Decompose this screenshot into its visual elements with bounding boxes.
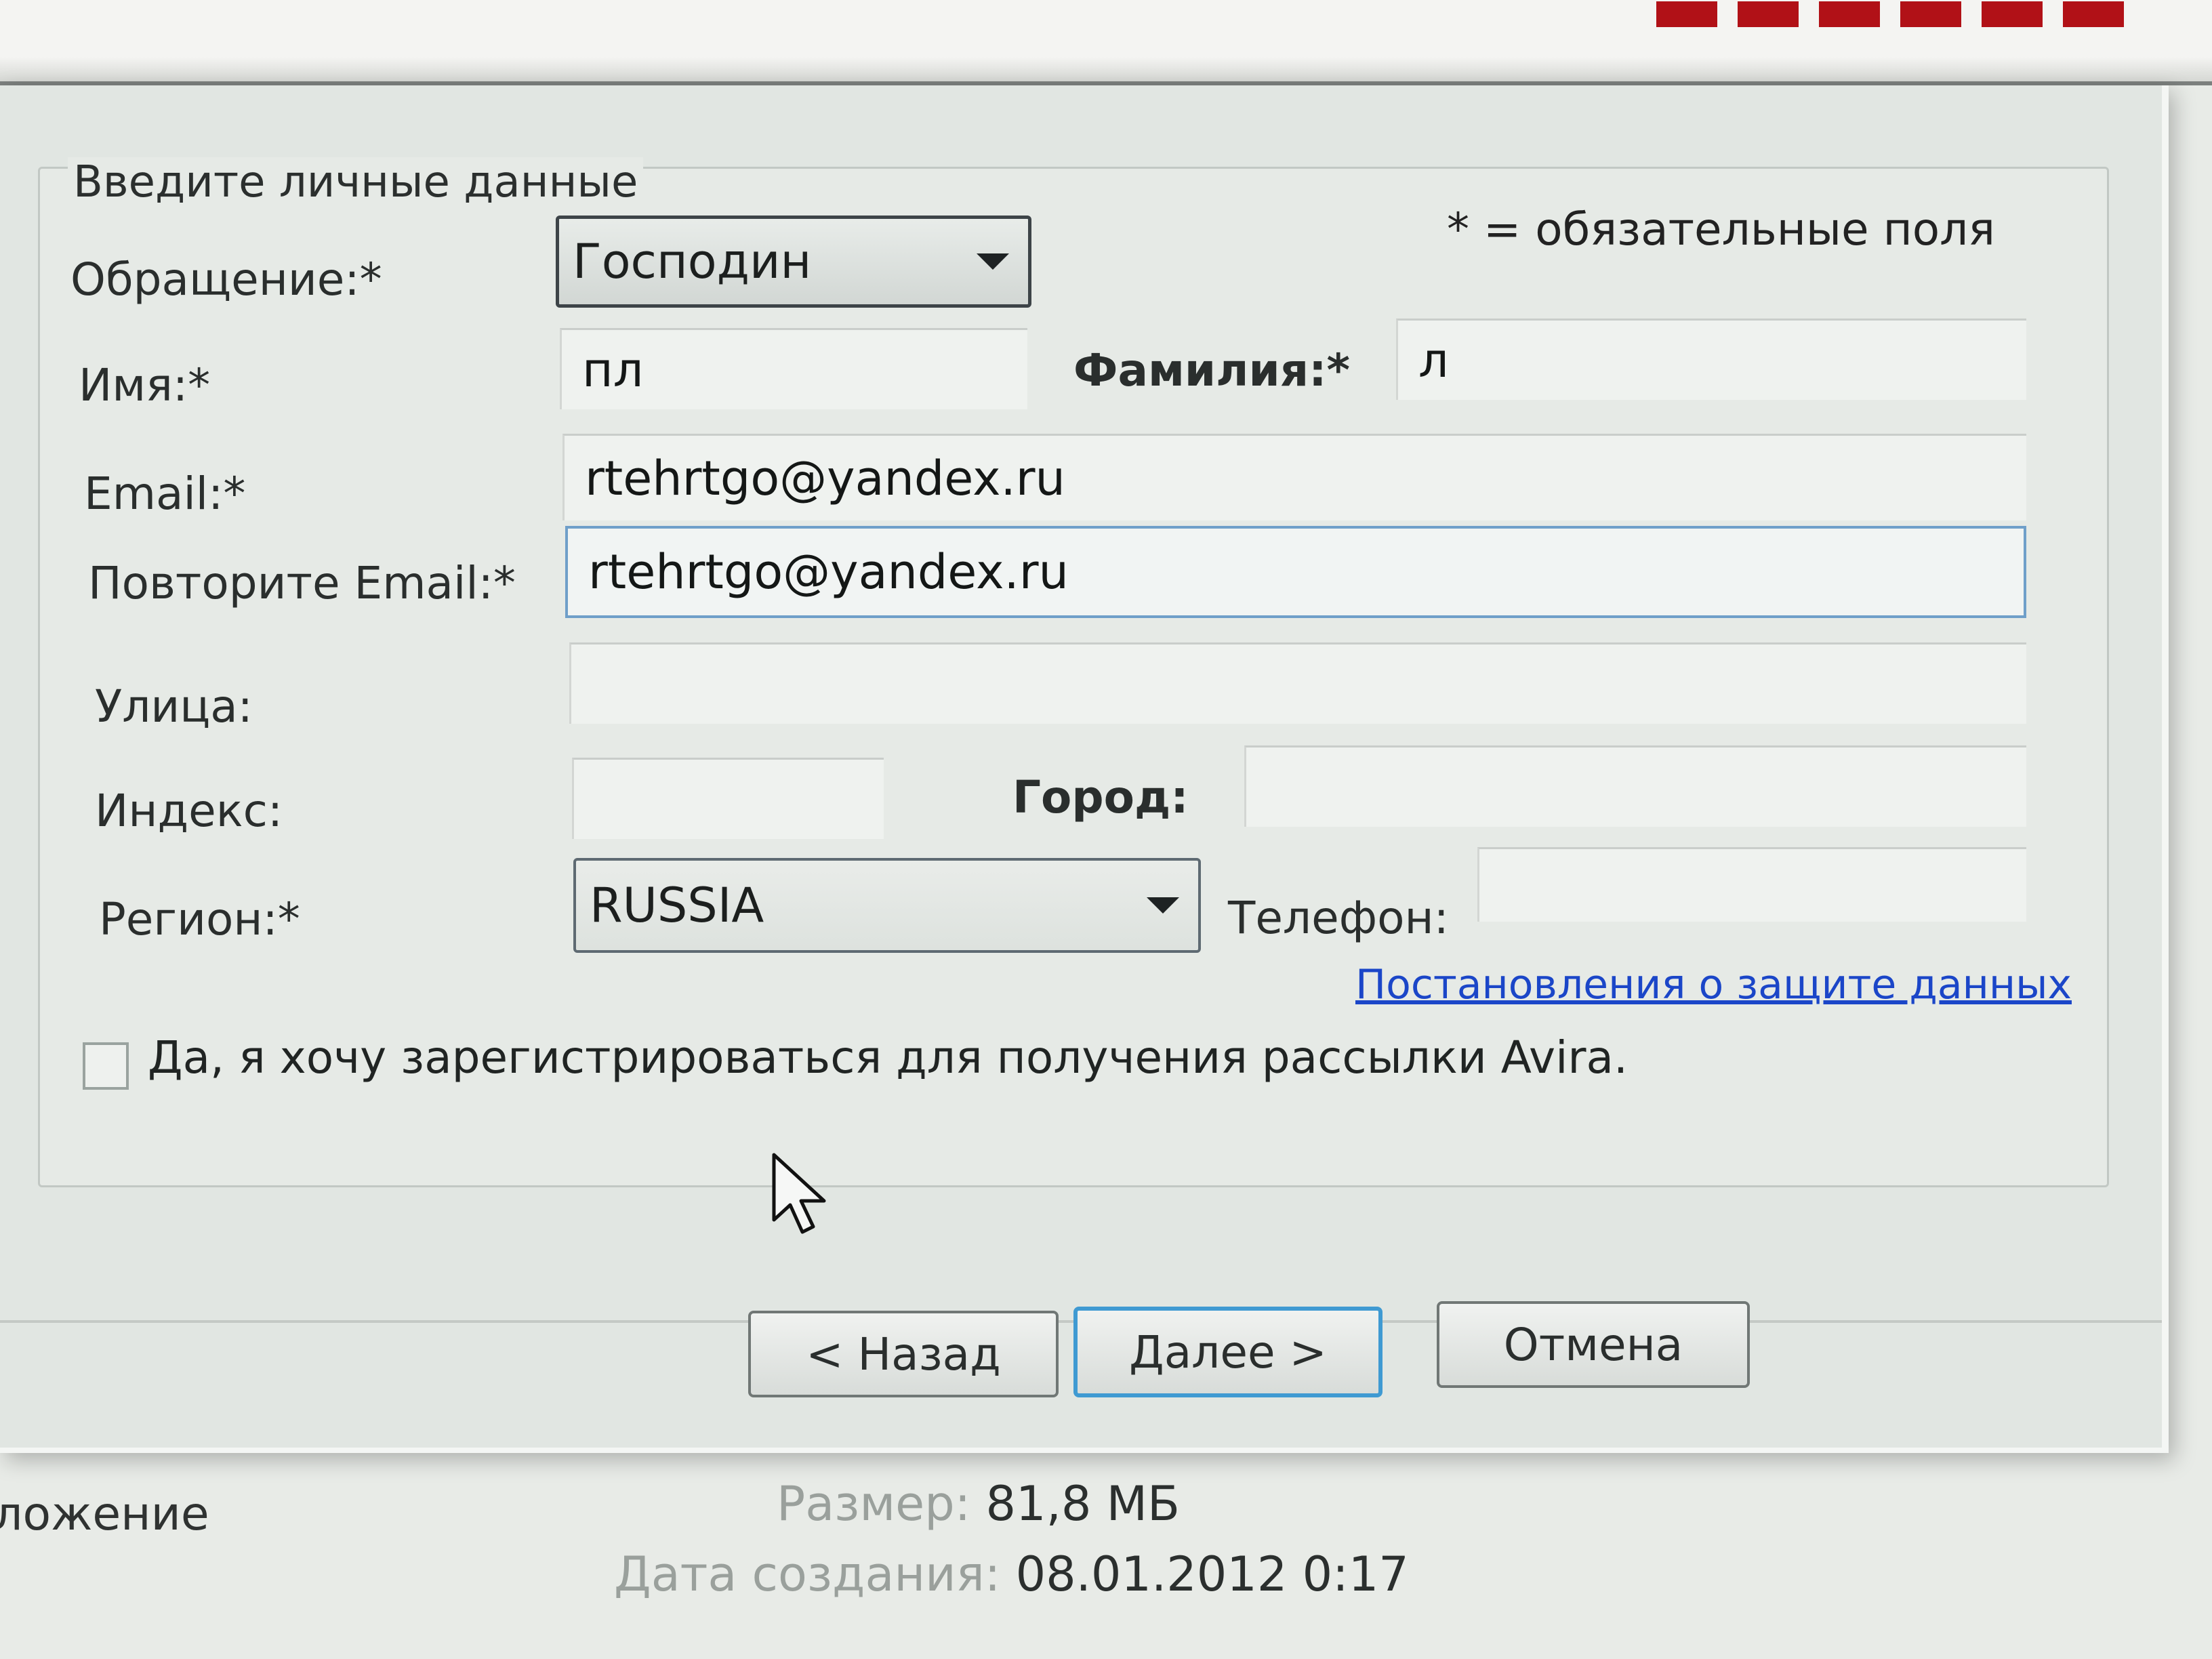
size-value: 81,8 МБ <box>985 1476 1181 1532</box>
last-name-field[interactable]: л <box>1396 319 2026 400</box>
email-field[interactable]: rtehrtgo@yandex.ru <box>562 434 2026 520</box>
background-fragment: ложение <box>0 1488 209 1541</box>
street-label: Улица: <box>95 680 253 733</box>
salutation-value: Господин <box>573 234 812 289</box>
cancel-button[interactable]: Отмена <box>1437 1301 1750 1388</box>
postcode-label: Индекс: <box>95 785 283 837</box>
email-repeat-label: Повторите Email:* <box>88 557 516 609</box>
city-field[interactable] <box>1244 745 2026 827</box>
created-info: Дата создания: 08.01.2012 0:17 <box>614 1547 1409 1602</box>
chevron-down-icon[interactable] <box>1147 897 1179 914</box>
region-select[interactable]: RUSSIA <box>573 858 1201 953</box>
salutation-label: Обращение:* <box>70 253 382 306</box>
region-value: RUSSIA <box>590 878 764 933</box>
postcode-field[interactable] <box>572 758 884 839</box>
phone-label: Телефон: <box>1228 892 1449 944</box>
street-field[interactable] <box>569 642 2026 724</box>
first-name-label: Имя:* <box>79 359 211 411</box>
created-value: 08.01.2012 0:17 <box>1015 1547 1409 1602</box>
salutation-select[interactable]: Господин <box>556 216 1031 308</box>
chevron-down-icon[interactable] <box>977 253 1009 270</box>
city-label: Город: <box>1012 771 1189 823</box>
brand-logo <box>1656 0 2131 27</box>
next-button[interactable]: Далее > <box>1073 1307 1382 1397</box>
mouse-cursor-icon <box>772 1153 826 1234</box>
newsletter-label[interactable]: Да, я хочу зарегистрироваться для получе… <box>148 1031 1628 1084</box>
email-repeat-field[interactable]: rtehrtgo@yandex.ru <box>565 526 2026 618</box>
first-name-field[interactable]: пл <box>560 328 1027 409</box>
last-name-label: Фамилия:* <box>1073 344 1351 396</box>
size-label: Размер: <box>777 1476 971 1532</box>
created-label: Дата создания: <box>614 1547 1001 1602</box>
privacy-policy-link[interactable]: Постановления о защите данных <box>1355 961 2072 1008</box>
required-fields-note: * = обязательные поля <box>1447 203 1995 255</box>
back-button[interactable]: < Назад <box>748 1311 1059 1397</box>
phone-field[interactable] <box>1477 847 2026 922</box>
email-label: Email:* <box>84 468 246 520</box>
size-info: Размер: 81,8 МБ <box>777 1476 1180 1532</box>
region-label: Регион:* <box>99 893 300 945</box>
newsletter-checkbox[interactable] <box>83 1042 129 1090</box>
dialog-header <box>0 0 2212 85</box>
group-title: Введите личные данные <box>68 157 644 207</box>
